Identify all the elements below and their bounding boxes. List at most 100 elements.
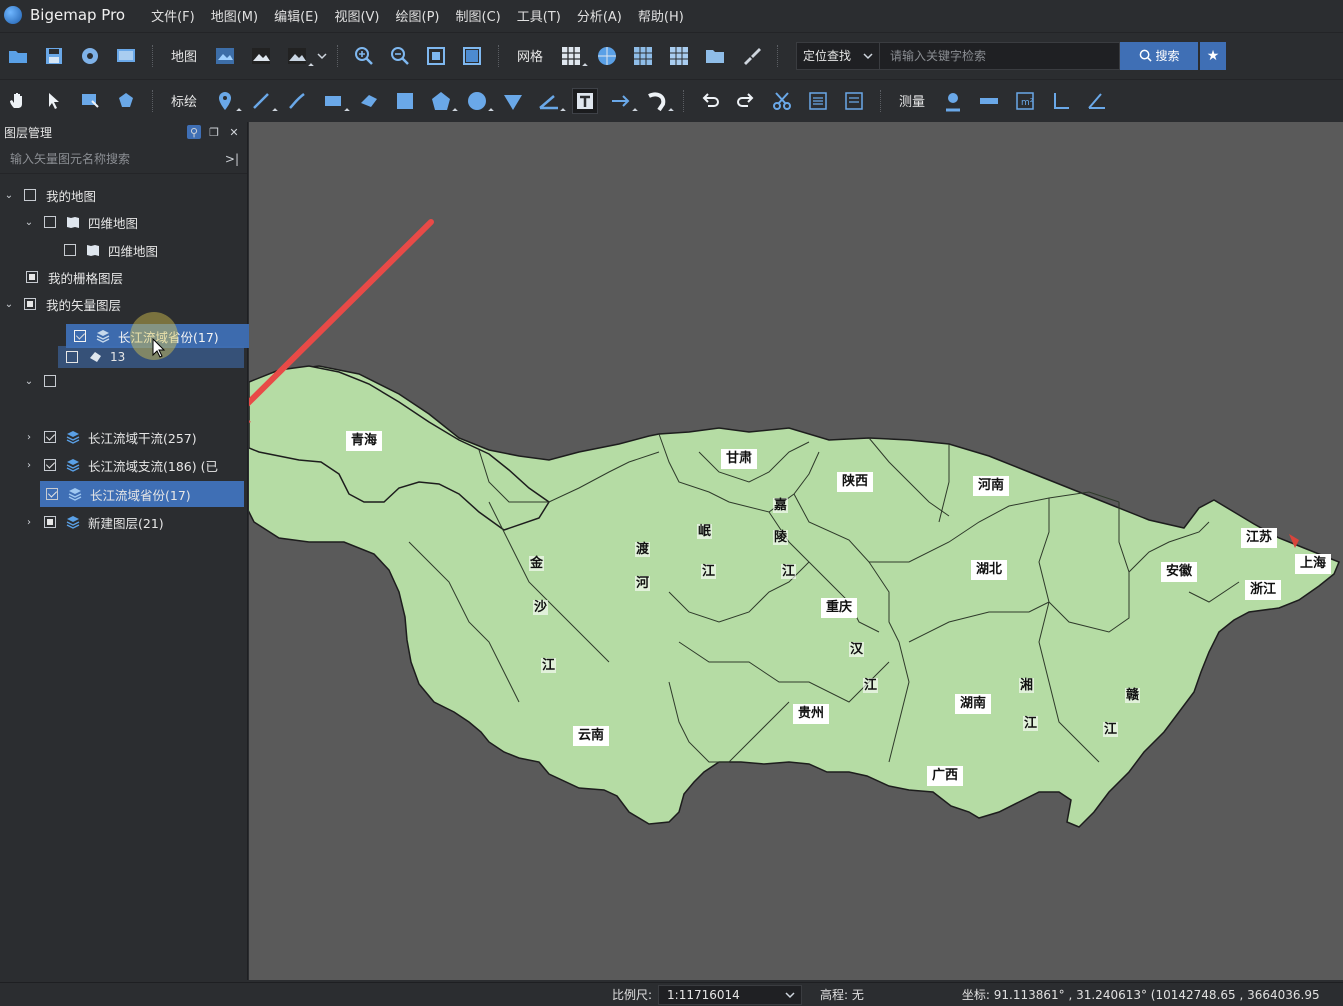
tree-item-tributaries[interactable]: › 长江流域支流(186) (已: [24, 452, 248, 478]
float-window-icon[interactable]: ❐: [207, 125, 221, 139]
river-label-jiang6: 江: [1103, 722, 1119, 737]
measure-bearing-icon[interactable]: [1084, 88, 1110, 114]
line-icon[interactable]: [248, 88, 274, 114]
open-folder-icon[interactable]: [5, 43, 31, 69]
tree-item-my-maps[interactable]: ⌄ 我的地图: [4, 182, 96, 208]
checkbox[interactable]: [24, 298, 36, 310]
locate-dropdown[interactable]: 定位查找: [796, 41, 881, 70]
search-button[interactable]: 搜索: [1120, 41, 1199, 70]
circle-icon[interactable]: [464, 88, 490, 114]
search-icon[interactable]: ⚲: [187, 125, 201, 139]
brush-icon[interactable]: [738, 43, 764, 69]
checkbox[interactable]: [44, 431, 56, 443]
chevron-down-icon[interactable]: [317, 43, 327, 69]
square-icon[interactable]: [392, 88, 418, 114]
scissors-icon[interactable]: [769, 88, 795, 114]
menu-cartography[interactable]: 制图(C): [448, 6, 509, 25]
attribute-table-icon[interactable]: [805, 88, 831, 114]
chevron-right-icon[interactable]: ›: [24, 517, 34, 528]
tree-item-new-layer[interactable]: › 新建图层(21): [24, 509, 164, 535]
layer-search-input[interactable]: [10, 151, 225, 166]
select-arrow-icon[interactable]: [41, 88, 67, 114]
chevron-down-icon[interactable]: ⌄: [24, 217, 34, 228]
arrow-right-icon[interactable]: [608, 88, 634, 114]
chevron-down-icon[interactable]: ⌄: [24, 376, 34, 387]
settings-icon[interactable]: [77, 43, 103, 69]
sheet-grid-icon[interactable]: [666, 43, 692, 69]
folder-icon[interactable]: [702, 43, 728, 69]
menu-analysis[interactable]: 分析(A): [569, 6, 630, 25]
checkbox[interactable]: [64, 244, 76, 256]
chevron-right-icon[interactable]: ›: [24, 432, 34, 443]
separator: [683, 89, 685, 112]
app-logo-icon: [4, 6, 22, 24]
menu-map[interactable]: 地图(M): [203, 6, 266, 25]
zoom-out-icon[interactable]: [387, 43, 413, 69]
terrain-map-icon[interactable]: [284, 43, 310, 69]
river-label-min: 岷: [697, 524, 713, 539]
tree-item-siwei-group[interactable]: ⌄ 四维地图: [24, 209, 138, 235]
tree-item-provinces[interactable]: 长江流域省份(17): [40, 481, 244, 507]
collapse-icon[interactable]: >|: [225, 152, 239, 166]
chevron-right-icon[interactable]: ›: [24, 460, 34, 471]
map-canvas[interactable]: 青海 甘肃 陕西 河南 江苏 上海 安徽 浙江 湖北 重庆 湖南 贵州 云南 广…: [249, 122, 1343, 980]
zoom-in-icon[interactable]: [351, 43, 377, 69]
favorite-button[interactable]: ★: [1200, 41, 1227, 70]
undo-icon[interactable]: [697, 88, 723, 114]
full-extent-icon[interactable]: [459, 43, 485, 69]
polygon-select-icon[interactable]: [113, 88, 139, 114]
menu-tools[interactable]: 工具(T): [509, 6, 569, 25]
checkbox[interactable]: [26, 271, 38, 283]
tree-item-vector-layers[interactable]: ⌄ 我的矢量图层: [4, 291, 121, 317]
text-tool-icon[interactable]: [572, 87, 599, 114]
measure-area-icon[interactable]: m²: [1012, 88, 1038, 114]
checkbox[interactable]: [24, 189, 36, 201]
grid-icon[interactable]: [558, 43, 584, 69]
checkbox[interactable]: [44, 459, 56, 471]
search-input[interactable]: [880, 41, 1121, 70]
separator: [152, 44, 153, 67]
chevron-down-icon[interactable]: ⌄: [4, 190, 14, 201]
menu-file[interactable]: 文件(F): [143, 6, 203, 25]
globe-grid-icon[interactable]: [594, 43, 620, 69]
zoom-extent-icon[interactable]: [423, 43, 449, 69]
checkbox[interactable]: [44, 216, 56, 228]
tree-item-raster-layers[interactable]: 我的栅格图层: [26, 264, 123, 290]
sector-icon[interactable]: [500, 88, 526, 114]
checkbox[interactable]: [44, 516, 56, 528]
checkbox[interactable]: [44, 375, 56, 387]
rectangle-icon[interactable]: [320, 88, 346, 114]
scale-dropdown[interactable]: 1:11716014: [658, 984, 803, 1005]
curved-arrow-icon[interactable]: [644, 88, 670, 114]
menu-view[interactable]: 视图(V): [326, 6, 387, 25]
tree-item-mainstream[interactable]: › 长江流域干流(257): [24, 424, 197, 450]
tree-item-siwei-map[interactable]: 四维地图: [64, 237, 158, 263]
tree-item-empty[interactable]: ⌄: [24, 368, 66, 394]
river-label-han: 汉: [849, 642, 865, 657]
river-label-jiang1: 江: [541, 658, 557, 673]
measure-point-icon[interactable]: [940, 88, 966, 114]
menu-help[interactable]: 帮助(H): [630, 6, 692, 25]
km-grid-icon[interactable]: [630, 43, 656, 69]
satellite-map-icon[interactable]: [248, 43, 274, 69]
marker-icon[interactable]: [212, 88, 238, 114]
scale-label: 比例尺:: [612, 988, 653, 1002]
measure-distance-icon[interactable]: [976, 88, 1002, 114]
redo-icon[interactable]: [733, 88, 759, 114]
save-icon[interactable]: [41, 43, 67, 69]
freehand-polygon-icon[interactable]: [356, 88, 382, 114]
measure-angle-icon[interactable]: [1048, 88, 1074, 114]
freehand-line-icon[interactable]: [284, 88, 310, 114]
map-source-icon[interactable]: [212, 43, 238, 69]
menu-draw[interactable]: 绘图(P): [388, 6, 448, 25]
screen-icon[interactable]: [113, 43, 139, 69]
angle-icon[interactable]: [536, 88, 562, 114]
properties-icon[interactable]: [841, 88, 867, 114]
checkbox[interactable]: [46, 488, 58, 500]
close-icon[interactable]: ✕: [227, 125, 241, 139]
pentagon-icon[interactable]: [428, 88, 454, 114]
pan-hand-icon[interactable]: [5, 88, 31, 114]
box-select-icon[interactable]: [77, 88, 103, 114]
chevron-down-icon[interactable]: ⌄: [4, 299, 14, 310]
menu-edit[interactable]: 编辑(E): [266, 6, 326, 25]
